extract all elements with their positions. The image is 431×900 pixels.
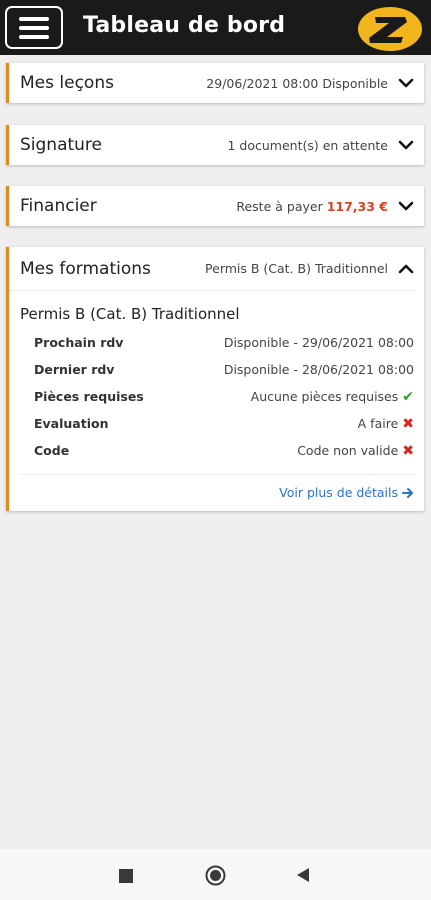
row-label: Code — [34, 443, 70, 458]
row-label: Pièces requises — [34, 389, 144, 404]
app-bar: Tableau de bord — [0, 0, 431, 55]
info-row-dernier-rdv: Dernier rdv Disponible - 28/06/2021 08:0… — [9, 356, 424, 383]
cross-icon: ✖ — [402, 415, 414, 432]
card-summary: Reste à payer 117,33 € — [97, 199, 398, 214]
page-title: Tableau de bord — [83, 13, 286, 38]
card-title: Signature — [20, 135, 103, 155]
info-row-code: Code Code non valide ✖ — [9, 437, 424, 464]
card-signature: Signature 1 document(s) en attente — [6, 125, 424, 165]
card-title: Financier — [20, 196, 97, 216]
balance-amount: 117,33 € — [326, 198, 388, 214]
row-value-text: Aucune pièces requises — [250, 389, 399, 404]
arrow-right-icon — [402, 487, 413, 498]
checkmark-icon: ✔ — [402, 388, 414, 405]
row-label: Evaluation — [34, 416, 109, 431]
row-value: A faire ✖ — [358, 416, 414, 432]
menu-line — [19, 16, 49, 21]
formation-title: Permis B (Cat. B) Traditionnel — [20, 305, 240, 323]
row-value-text: Code non valide — [297, 443, 399, 458]
row-value: Disponible - 29/06/2021 08:00 — [224, 335, 414, 350]
chevron-down-icon — [398, 201, 414, 211]
card-mes-lecons: Mes leçons 29/06/2021 08:00 Disponible — [6, 63, 424, 103]
card-title: Mes leçons — [20, 73, 114, 93]
chevron-up-icon — [398, 264, 414, 273]
card-header-financier[interactable]: Financier Reste à payer 117,33 € — [9, 186, 424, 226]
back-icon[interactable] — [296, 867, 310, 883]
balance-label: Reste à payer — [236, 198, 323, 214]
card-title: Mes formations — [20, 258, 151, 279]
card-header-mes-formations[interactable]: Mes formations Permis B (Cat. B) Traditi… — [9, 247, 414, 291]
details-link-label: Voir plus de détails — [279, 485, 398, 500]
chevron-down-icon — [398, 78, 414, 88]
recent-apps-icon[interactable] — [119, 869, 133, 883]
card-financier: Financier Reste à payer 117,33 € — [6, 186, 424, 226]
row-value: Code non valide ✖ — [297, 443, 414, 459]
row-value: Aucune pièces requises ✔ — [251, 389, 414, 405]
card-summary: 29/06/2021 08:00 Disponible — [206, 75, 388, 91]
card-header-signature[interactable]: Signature 1 document(s) en attente — [9, 125, 424, 165]
row-label: Dernier rdv — [34, 362, 115, 377]
row-value-text: Disponible - 28/06/2021 08:00 — [223, 362, 414, 377]
row-value-text: Disponible - 29/06/2021 08:00 — [223, 335, 414, 350]
row-value-text: A faire — [357, 416, 399, 431]
details-link[interactable]: Voir plus de détails — [9, 475, 424, 500]
row-label: Prochain rdv — [34, 335, 124, 350]
menu-line — [19, 34, 49, 39]
info-row-evaluation: Evaluation A faire ✖ — [9, 410, 424, 437]
card-summary: Permis B (Cat. B) Traditionnel — [205, 261, 388, 276]
row-value: Disponible - 28/06/2021 08:00 — [224, 362, 414, 377]
info-row-prochain-rdv: Prochain rdv Disponible - 29/06/2021 08:… — [9, 329, 424, 356]
home-icon[interactable] — [205, 865, 226, 886]
cross-icon: ✖ — [402, 442, 414, 459]
card-mes-formations: Mes formations Permis B (Cat. B) Traditi… — [6, 247, 424, 511]
card-summary: 1 document(s) en attente — [227, 137, 389, 153]
chevron-down-icon — [398, 140, 414, 150]
menu-line — [19, 25, 49, 30]
info-row-pieces-requises: Pièces requises Aucune pièces requises ✔ — [9, 383, 424, 410]
card-header-mes-lecons[interactable]: Mes leçons 29/06/2021 08:00 Disponible — [9, 63, 424, 103]
brand-logo — [358, 7, 422, 51]
hamburger-menu-button[interactable] — [5, 6, 63, 49]
